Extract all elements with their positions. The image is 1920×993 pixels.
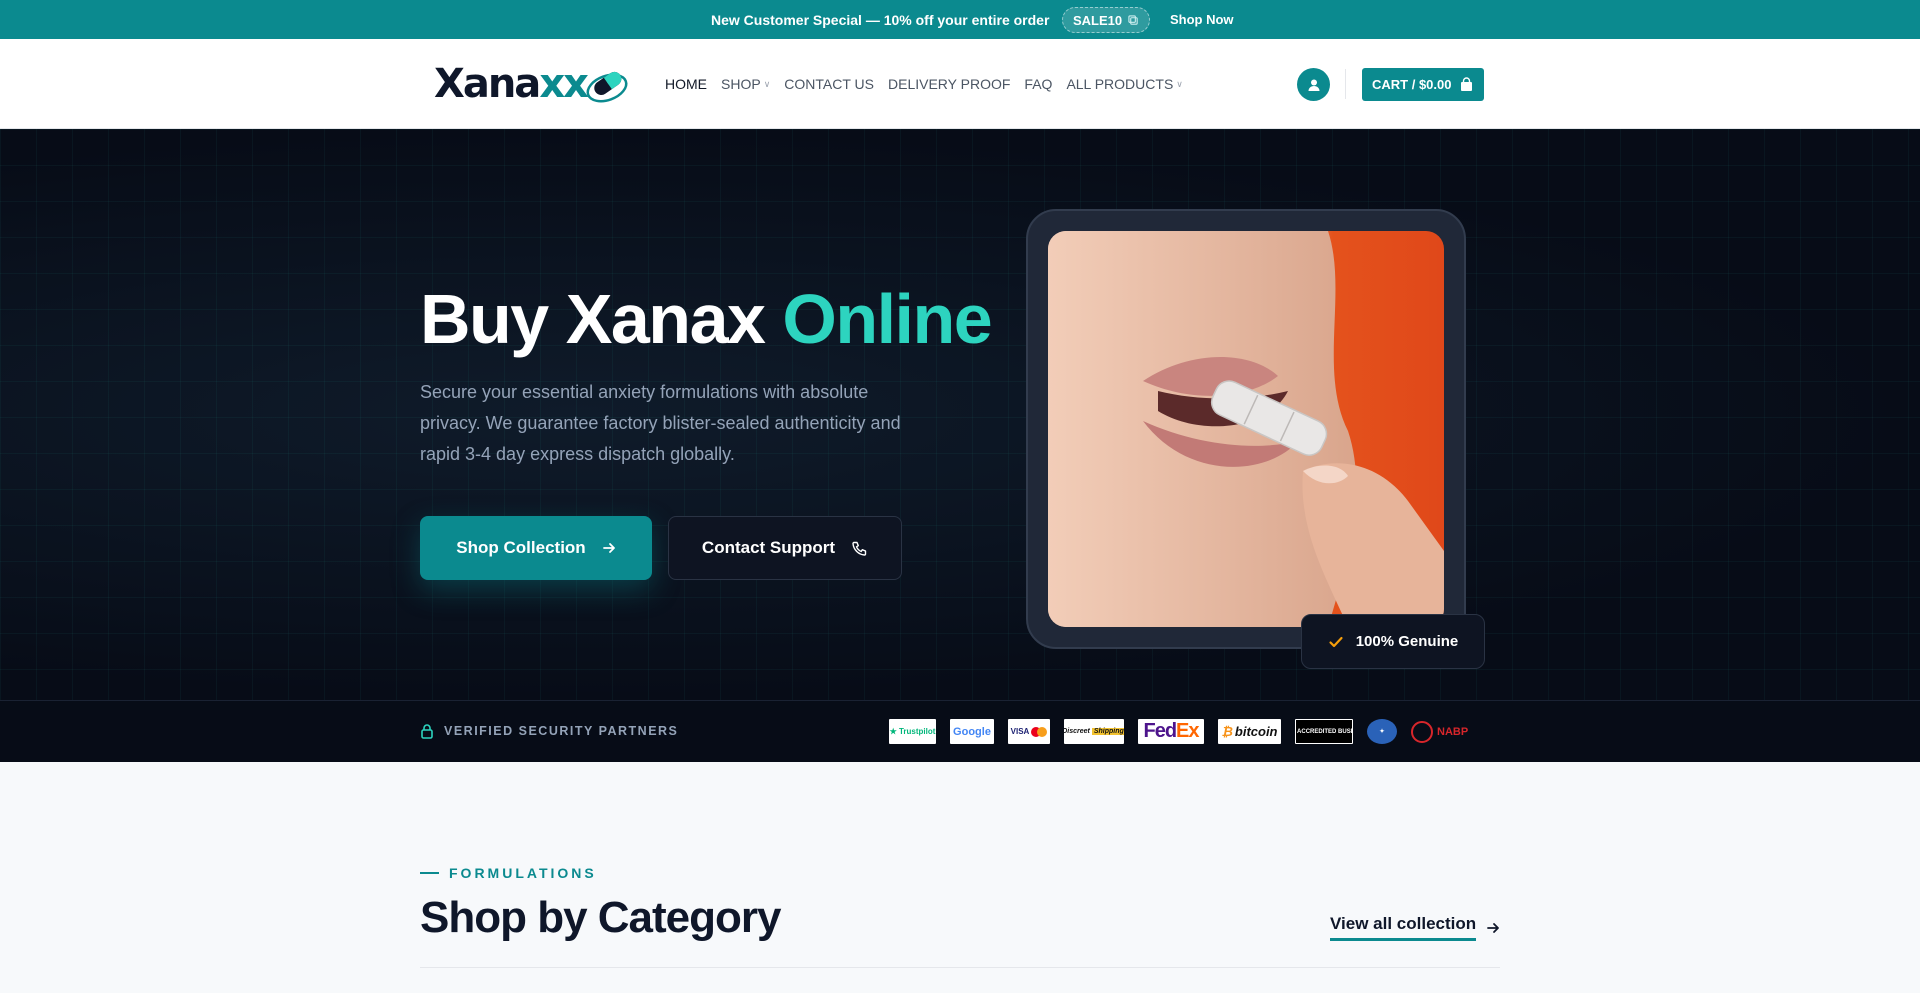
- section-title: Shop by Category: [420, 893, 781, 942]
- arrow-right-icon: [1487, 922, 1500, 933]
- verified-seal-logo: ✦: [1367, 719, 1397, 744]
- account-button[interactable]: [1297, 68, 1330, 101]
- chevron-down-icon: ∨: [1176, 78, 1183, 89]
- copy-icon: [1128, 14, 1138, 25]
- section-divider: [420, 967, 1500, 968]
- bbb-accredited-logo: BBB | ACCREDITED BUSINESS: [1295, 719, 1353, 744]
- discreet-shipping-logo: Discreet Shipping: [1064, 719, 1124, 744]
- shopping-bag-icon: [1461, 77, 1473, 91]
- nav-shop[interactable]: SHOP ∨: [721, 76, 770, 92]
- pill-logo-icon: [586, 71, 628, 103]
- partner-logos: ★ Trustpilot Google VISA Discreet Shippi…: [889, 719, 1486, 744]
- nav-delivery-proof[interactable]: DELIVERY PROOF: [888, 76, 1010, 92]
- contact-support-button[interactable]: Contact Support: [668, 516, 902, 580]
- bitcoin-logo: ₿ bitcoin: [1218, 719, 1281, 744]
- fedex-logo: Fed Ex: [1138, 719, 1204, 744]
- chevron-down-icon: ∨: [763, 78, 771, 89]
- hero-section: Buy Xanax Online Secure your essential a…: [0, 129, 1920, 700]
- main-nav: HOME SHOP ∨ CONTACT US DELIVERY PROOF FAQ…: [665, 76, 1197, 92]
- hero-description: Secure your essential anxiety formulatio…: [420, 382, 901, 464]
- hero-image-frame: [1026, 209, 1466, 649]
- user-icon: [1308, 79, 1319, 91]
- arrow-right-icon: [602, 543, 615, 553]
- nav-home[interactable]: HOME: [665, 76, 707, 92]
- check-icon: [1329, 636, 1343, 647]
- cart-button[interactable]: CART / $0.00: [1362, 68, 1485, 101]
- security-partners-strip: VERIFIED SECURITY PARTNERS ★ Trustpilot …: [0, 700, 1920, 762]
- hero-title-accent: Online: [782, 280, 992, 358]
- hero-title: Buy Xanax Online: [420, 280, 993, 358]
- shop-collection-button[interactable]: Shop Collection: [420, 516, 652, 580]
- site-header: Xanaxx HOME SHOP ∨ CONTACT US DELIVERY PR…: [0, 39, 1920, 129]
- section-eyebrow: FORMULATIONS: [420, 865, 597, 881]
- hero-product-photo: [1048, 231, 1444, 627]
- google-logo: Google: [950, 719, 994, 744]
- phone-icon: [852, 541, 867, 556]
- nabp-logo: NABP: [1411, 719, 1486, 744]
- site-logo[interactable]: Xanaxx: [434, 61, 634, 107]
- promo-bar: New Customer Special — 10% off your enti…: [0, 0, 1920, 39]
- nav-all-products[interactable]: ALL PRODUCTS ∨: [1066, 76, 1182, 92]
- nav-faq[interactable]: FAQ: [1024, 76, 1052, 92]
- lock-icon: [421, 724, 433, 739]
- visa-mastercard-logo: VISA: [1008, 719, 1050, 744]
- promo-message: New Customer Special — 10% off your enti…: [711, 12, 1050, 28]
- promo-code-chip[interactable]: SALE10: [1062, 7, 1151, 33]
- view-all-collection-link[interactable]: View all collection: [1330, 914, 1500, 941]
- genuine-badge: 100% Genuine: [1301, 614, 1485, 669]
- cart-label: CART / $0.00: [1372, 77, 1452, 92]
- partners-label: VERIFIED SECURITY PARTNERS: [420, 723, 678, 739]
- trustpilot-logo: ★ Trustpilot: [889, 719, 936, 744]
- promo-code: SALE10: [1073, 12, 1123, 28]
- hero-grid-background: [0, 129, 1920, 700]
- nav-contact-us[interactable]: CONTACT US: [784, 76, 874, 92]
- header-divider: [1345, 69, 1346, 99]
- promo-shop-now-link[interactable]: Shop Now: [1170, 12, 1234, 27]
